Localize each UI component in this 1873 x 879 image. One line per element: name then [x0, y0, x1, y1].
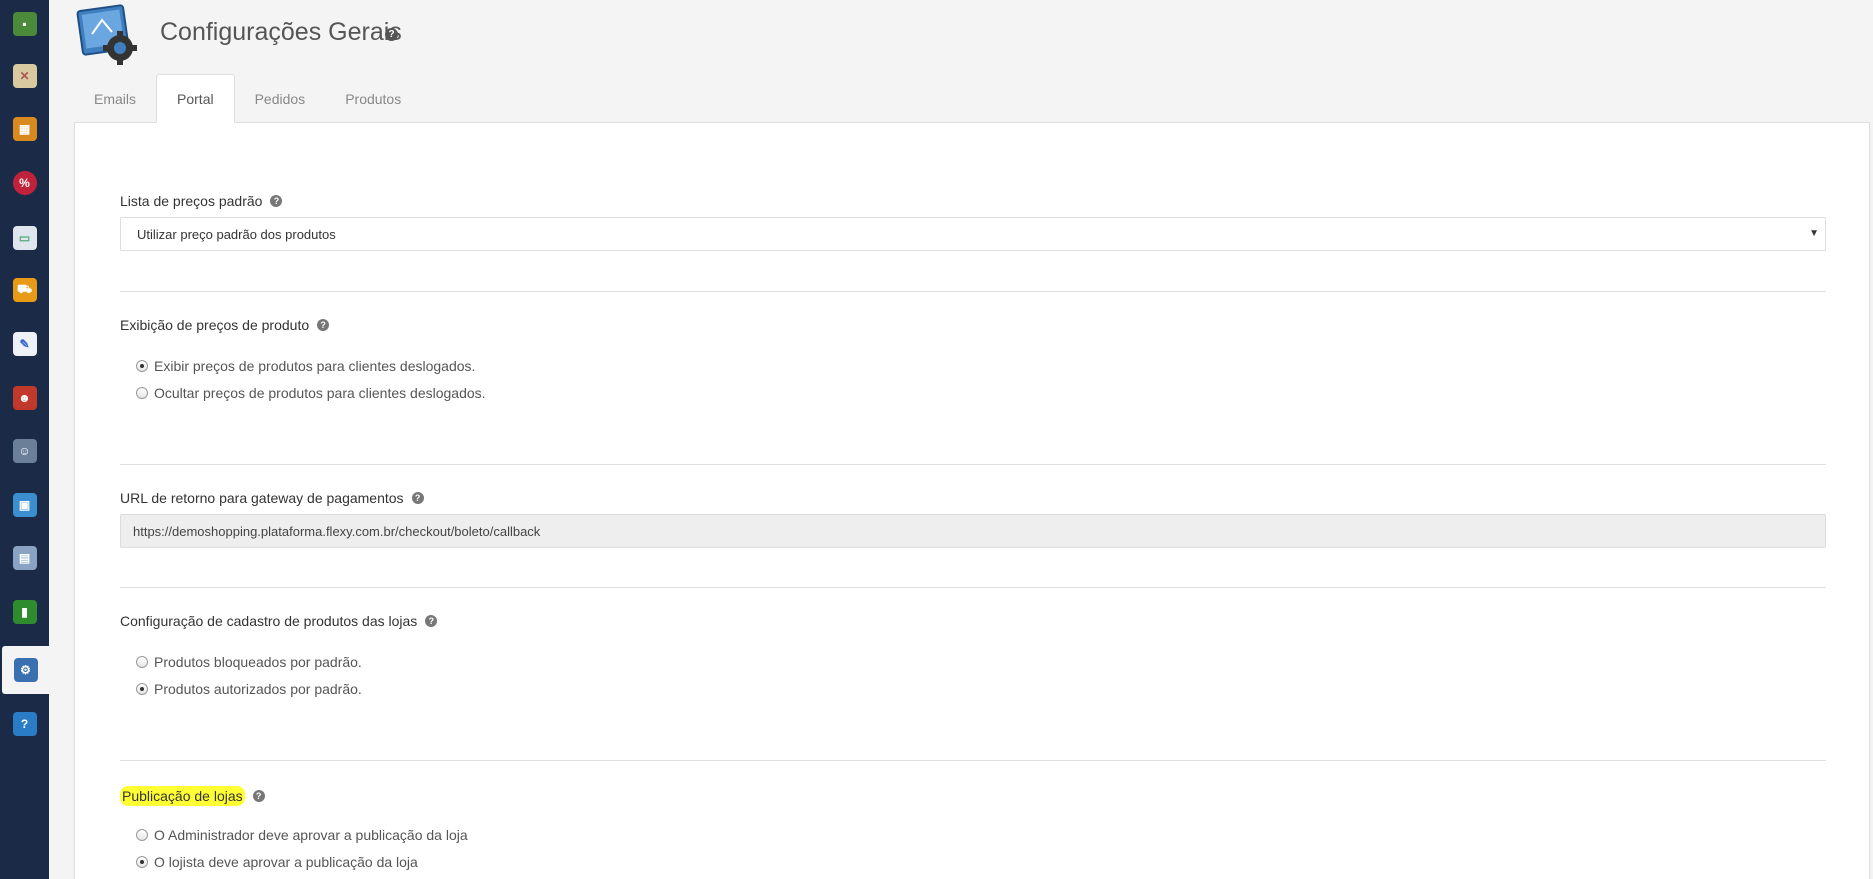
sidebar-item-map[interactable]: ✕	[0, 52, 49, 100]
sidebar-item-user[interactable]: ☺	[0, 427, 49, 475]
store-publication-label-row: Publicação de lojas ?	[120, 786, 265, 806]
price-list-label-row: Lista de preços padrão ?	[120, 193, 283, 209]
radio-admin-approval[interactable]: O Administrador deve aprovar a publicaçã…	[136, 827, 468, 843]
radio-button[interactable]	[136, 360, 148, 372]
tab-portal[interactable]: Portal	[156, 74, 235, 123]
price-list-label: Lista de preços padrão	[120, 193, 263, 209]
page-title: Configurações Gerais	[160, 18, 402, 46]
tab-bar: Emails Portal Pedidos Produtos	[74, 74, 421, 123]
product-registration-label-row: Configuração de cadastro de produtos das…	[120, 613, 438, 629]
radio-label: Ocultar preços de produtos para clientes…	[154, 385, 486, 401]
sidebar-item-shipping[interactable]: ⛟	[0, 266, 49, 314]
sidebar-item-products[interactable]: ▪	[0, 0, 49, 48]
truck-icon: ⛟	[12, 278, 37, 302]
settings-icon: ⚙	[13, 658, 38, 682]
radio-button[interactable]	[136, 387, 148, 399]
radio-label: Produtos bloqueados por padrão.	[154, 654, 362, 670]
help-icon[interactable]: ?	[252, 790, 265, 802]
tab-produtos[interactable]: Produtos	[325, 74, 421, 123]
help-icon[interactable]: ?	[385, 28, 398, 41]
settings-panel: Lista de preços padrão ? Utilizar preço …	[74, 122, 1870, 879]
radio-label: Exibir preços de produtos para clientes …	[154, 358, 476, 374]
radio-products-blocked[interactable]: Produtos bloqueados por padrão.	[136, 654, 362, 670]
sidebar: ▪ ✕ ▦ % ▭ ⛟ ✎ ☻ ☺ ▣ ▤ ▮ ⚙ ?	[0, 0, 49, 879]
users-icon: ☻	[12, 386, 37, 410]
radio-button[interactable]	[136, 656, 148, 668]
user-icon: ☺	[12, 439, 37, 463]
help-icon[interactable]: ?	[317, 319, 330, 331]
map-icon: ✕	[12, 64, 37, 88]
radio-show-prices[interactable]: Exibir preços de produtos para clientes …	[136, 358, 475, 374]
divider	[120, 291, 1826, 292]
help-icon[interactable]: ?	[270, 195, 283, 207]
help-book-icon: ?	[12, 712, 37, 736]
settings-logo-icon	[74, 4, 146, 68]
divider	[120, 587, 1826, 588]
card-icon: ▭	[12, 226, 37, 250]
document-icon: ▤	[12, 546, 37, 570]
sidebar-item-media[interactable]: ▣	[0, 481, 49, 529]
note-icon: ✎	[12, 332, 37, 356]
sidebar-item-customers[interactable]: ☻	[0, 374, 49, 422]
radio-button[interactable]	[136, 856, 148, 868]
sidebar-item-help[interactable]: ?	[0, 700, 49, 748]
sidebar-item-documents[interactable]: ▤	[0, 534, 49, 582]
product-registration-label: Configuração de cadastro de produtos das…	[120, 613, 418, 629]
radio-button[interactable]	[136, 829, 148, 841]
price-list-select[interactable]: Utilizar preço padrão dos produtos ▼	[120, 217, 1826, 251]
discount-icon: %	[12, 171, 37, 195]
store-publication-label: Publicação de lojas	[120, 786, 245, 806]
sidebar-item-reports[interactable]: ▮	[0, 588, 49, 636]
help-icon[interactable]: ?	[411, 492, 424, 504]
image-icon: ▣	[12, 493, 37, 517]
package-icon: ▦	[12, 117, 37, 141]
tab-emails[interactable]: Emails	[74, 74, 156, 123]
divider	[120, 760, 1826, 761]
sidebar-item-settings[interactable]: ⚙	[2, 646, 49, 694]
radio-merchant-approval[interactable]: O lojista deve aprovar a publicação da l…	[136, 854, 418, 870]
radio-hide-prices[interactable]: Ocultar preços de produtos para clientes…	[136, 385, 486, 401]
chart-icon: ▮	[12, 600, 37, 624]
radio-label: O Administrador deve aprovar a publicaçã…	[154, 827, 468, 843]
chevron-down-icon: ▼	[1809, 228, 1819, 239]
sidebar-item-notes[interactable]: ✎	[0, 320, 49, 368]
price-list-selected-value: Utilizar preço padrão dos produtos	[137, 226, 336, 242]
radio-label: Produtos autorizados por padrão.	[154, 681, 362, 697]
radio-products-authorized[interactable]: Produtos autorizados por padrão.	[136, 681, 362, 697]
gateway-url-label-row: URL de retorno para gateway de pagamento…	[120, 490, 424, 506]
gateway-url-field[interactable]: https://demoshopping.plataforma.flexy.co…	[120, 514, 1826, 548]
gateway-url-value: https://demoshopping.plataforma.flexy.co…	[133, 523, 541, 539]
gateway-url-label: URL de retorno para gateway de pagamento…	[120, 490, 404, 506]
help-icon[interactable]: ?	[425, 615, 438, 627]
divider	[120, 464, 1826, 465]
price-display-label-row: Exibição de preços de produto ?	[120, 317, 330, 333]
tab-pedidos[interactable]: Pedidos	[235, 74, 326, 123]
sidebar-item-discounts[interactable]: %	[0, 159, 49, 207]
box-icon: ▪	[12, 12, 37, 36]
sidebar-item-packages[interactable]: ▦	[0, 105, 49, 153]
radio-label: O lojista deve aprovar a publicação da l…	[154, 854, 418, 870]
radio-button[interactable]	[136, 683, 148, 695]
sidebar-item-cards[interactable]: ▭	[0, 214, 49, 262]
price-display-label: Exibição de preços de produto	[120, 317, 310, 333]
